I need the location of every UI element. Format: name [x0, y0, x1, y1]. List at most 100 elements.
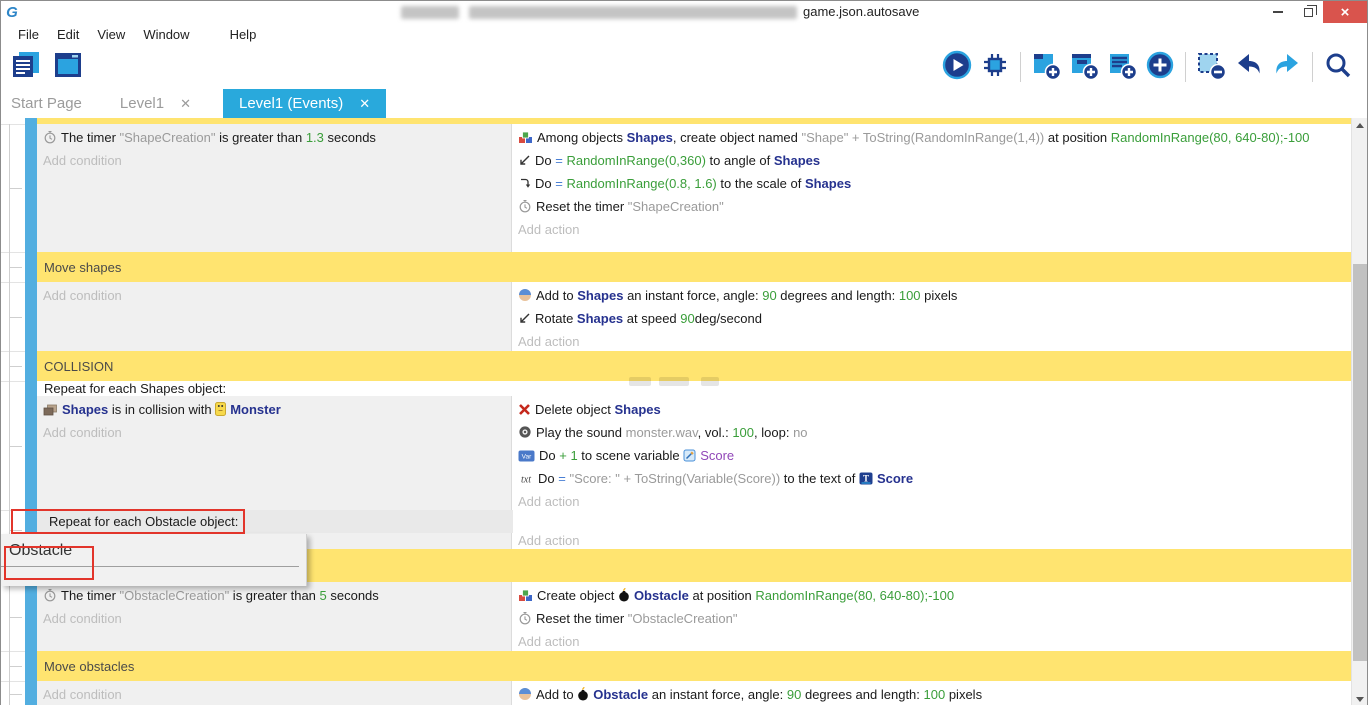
conditions-column: Add condition: [37, 282, 512, 352]
undo-button[interactable]: [1232, 50, 1266, 84]
tab-bar: Start Page Level1✕ Level1 (Events)✕: [1, 89, 1367, 118]
instruction-text: Reset the timer: [536, 199, 628, 214]
comment-body[interactable]: COLLISION: [37, 351, 1351, 381]
add-comment-button[interactable]: [1105, 50, 1139, 84]
event-instruction[interactable]: VarDo + 1 to scene variable Score: [512, 445, 1351, 468]
vertical-scrollbar[interactable]: [1351, 118, 1367, 705]
autocomplete-option-obstacle[interactable]: Obstacle: [1, 534, 299, 567]
event-instruction[interactable]: Reset the timer "ShapeCreation": [512, 196, 1351, 219]
foreach-header-edit-field[interactable]: Repeat for each Obstacle object:: [37, 510, 513, 533]
scroll-down-icon: [1356, 697, 1364, 702]
tab-level1[interactable]: Level1✕: [106, 89, 205, 118]
add-event-button[interactable]: [1029, 50, 1063, 84]
instruction-text: to scene variable: [578, 448, 684, 463]
menu-view[interactable]: View: [88, 25, 134, 44]
foreach-header[interactable]: Repeat for each Obstacle object:: [37, 510, 1351, 533]
scrollbar-thumb[interactable]: [1353, 264, 1367, 661]
remove-event-button[interactable]: [1194, 50, 1228, 84]
number-param: 5: [320, 588, 327, 603]
event-instruction[interactable]: Create object Obstacle at position Rando…: [512, 585, 1351, 608]
event-selection-bar[interactable]: [25, 124, 37, 252]
add-action-link[interactable]: Add action: [512, 219, 1351, 240]
event-selection-bar[interactable]: [25, 582, 37, 651]
number-param: RandomInRange(0.8, 1.6): [566, 176, 716, 191]
instruction-text: degrees and length:: [801, 687, 923, 702]
menu-edit[interactable]: Edit: [48, 25, 88, 44]
add-action-link[interactable]: Add action: [512, 491, 1351, 512]
obstacle-thumbnail-icon: [618, 587, 630, 608]
tab-level1-events[interactable]: Level1 (Events)✕: [223, 89, 386, 118]
event-selection-bar[interactable]: [25, 252, 37, 282]
scene-window-button[interactable]: [51, 50, 85, 84]
redo-button[interactable]: [1270, 50, 1304, 84]
event-selection-bar[interactable]: [25, 282, 37, 351]
instruction-text: to angle of: [706, 153, 774, 168]
add-condition-link[interactable]: Add condition: [37, 608, 511, 629]
instruction-text: degrees and length:: [777, 288, 899, 303]
minimize-button[interactable]: [1263, 1, 1293, 23]
instruction-text: , loop:: [754, 425, 793, 440]
project-manager-button[interactable]: [9, 50, 43, 84]
restore-button[interactable]: [1293, 1, 1323, 23]
event-instruction[interactable]: Shapes is in collision with Monster: [37, 399, 511, 422]
play-button[interactable]: [940, 50, 974, 84]
add-condition-link[interactable]: Add condition: [37, 684, 511, 705]
event-selection-bar[interactable]: [25, 381, 37, 510]
instruction-text: is in collision with: [108, 402, 215, 417]
comment-body[interactable]: Move shapes: [37, 252, 1351, 282]
add-subevent-icon: [1068, 49, 1100, 86]
event-instruction[interactable]: Among objects Shapes, create object name…: [512, 127, 1351, 150]
menu-file[interactable]: File: [9, 25, 48, 44]
tab-close-icon[interactable]: ✕: [359, 96, 370, 112]
menu-help[interactable]: Help: [221, 25, 266, 44]
event-instruction[interactable]: Play the sound monster.wav, vol.: 100, l…: [512, 422, 1351, 445]
object-name: Obstacle: [634, 588, 689, 603]
event-tree-tick: [9, 666, 22, 667]
debug-button[interactable]: [978, 50, 1012, 84]
actions-column: Delete object ShapesPlay the sound monst…: [512, 396, 1351, 512]
event-instruction[interactable]: txtDo = "Score: " + ToString(Variable(Sc…: [512, 468, 1351, 491]
scroll-down-button[interactable]: [1352, 692, 1367, 705]
comment-text: Move obstacles: [44, 659, 134, 674]
event-selection-bar[interactable]: [25, 681, 37, 705]
tab-close-icon[interactable]: ✕: [180, 96, 191, 112]
close-button[interactable]: ×: [1323, 1, 1367, 23]
event-instruction[interactable]: Do = RandomInRange(0,360) to angle of Sh…: [512, 150, 1351, 173]
menu-bar: File Edit View Window Help: [1, 23, 1367, 45]
menu-window[interactable]: Window: [134, 25, 198, 44]
actions-column: Add action: [512, 533, 1351, 549]
add-circle-button[interactable]: [1143, 50, 1177, 84]
tab-start-page[interactable]: Start Page: [1, 89, 96, 118]
remove-event-icon: [1195, 49, 1227, 86]
event-instruction[interactable]: Delete object Shapes: [512, 399, 1351, 422]
event-tree-tick: [9, 317, 22, 318]
add-condition-link[interactable]: Add condition: [37, 285, 511, 306]
event-instruction[interactable]: Do = RandomInRange(0.8, 1.6) to the scal…: [512, 173, 1351, 196]
toolbar: [1, 45, 1367, 89]
event-instruction[interactable]: Add to Shapes an instant force, angle: 9…: [512, 285, 1351, 308]
event-instruction[interactable]: Add to Obstacle an instant force, angle:…: [512, 684, 1351, 705]
event-selection-bar[interactable]: [25, 351, 37, 381]
event-instruction[interactable]: Reset the timer "ObstacleCreation": [512, 608, 1351, 631]
scroll-up-button[interactable]: [1352, 118, 1367, 132]
search-button[interactable]: [1321, 50, 1355, 84]
event-selection-bar[interactable]: [25, 651, 37, 681]
event-tree-tick: [9, 446, 22, 447]
event-tree-tick: [9, 267, 22, 268]
event-tree-gutter: [1, 681, 25, 705]
add-action-link[interactable]: Add action: [512, 331, 1351, 352]
add-condition-link[interactable]: Add condition: [37, 422, 511, 443]
redacted-title-segment: [401, 6, 459, 19]
instruction-text: The timer: [61, 588, 120, 603]
event-instruction[interactable]: Rotate Shapes at speed 90deg/second: [512, 308, 1351, 331]
conditions-column: Shapes is in collision with MonsterAdd c…: [37, 396, 512, 512]
event-instruction[interactable]: The timer "ShapeCreation" is greater tha…: [37, 127, 511, 150]
add-action-link[interactable]: Add action: [512, 533, 1351, 548]
event-instruction[interactable]: The timer "ObstacleCreation" is greater …: [37, 585, 511, 608]
foreach-header[interactable]: Repeat for each Shapes object:: [37, 381, 1351, 396]
add-action-link[interactable]: Add action: [512, 631, 1351, 652]
add-condition-link[interactable]: Add condition: [37, 150, 511, 171]
comment-body[interactable]: Move obstacles: [37, 651, 1351, 681]
add-subevent-button[interactable]: [1067, 50, 1101, 84]
instruction-text: is greater than: [215, 130, 305, 145]
